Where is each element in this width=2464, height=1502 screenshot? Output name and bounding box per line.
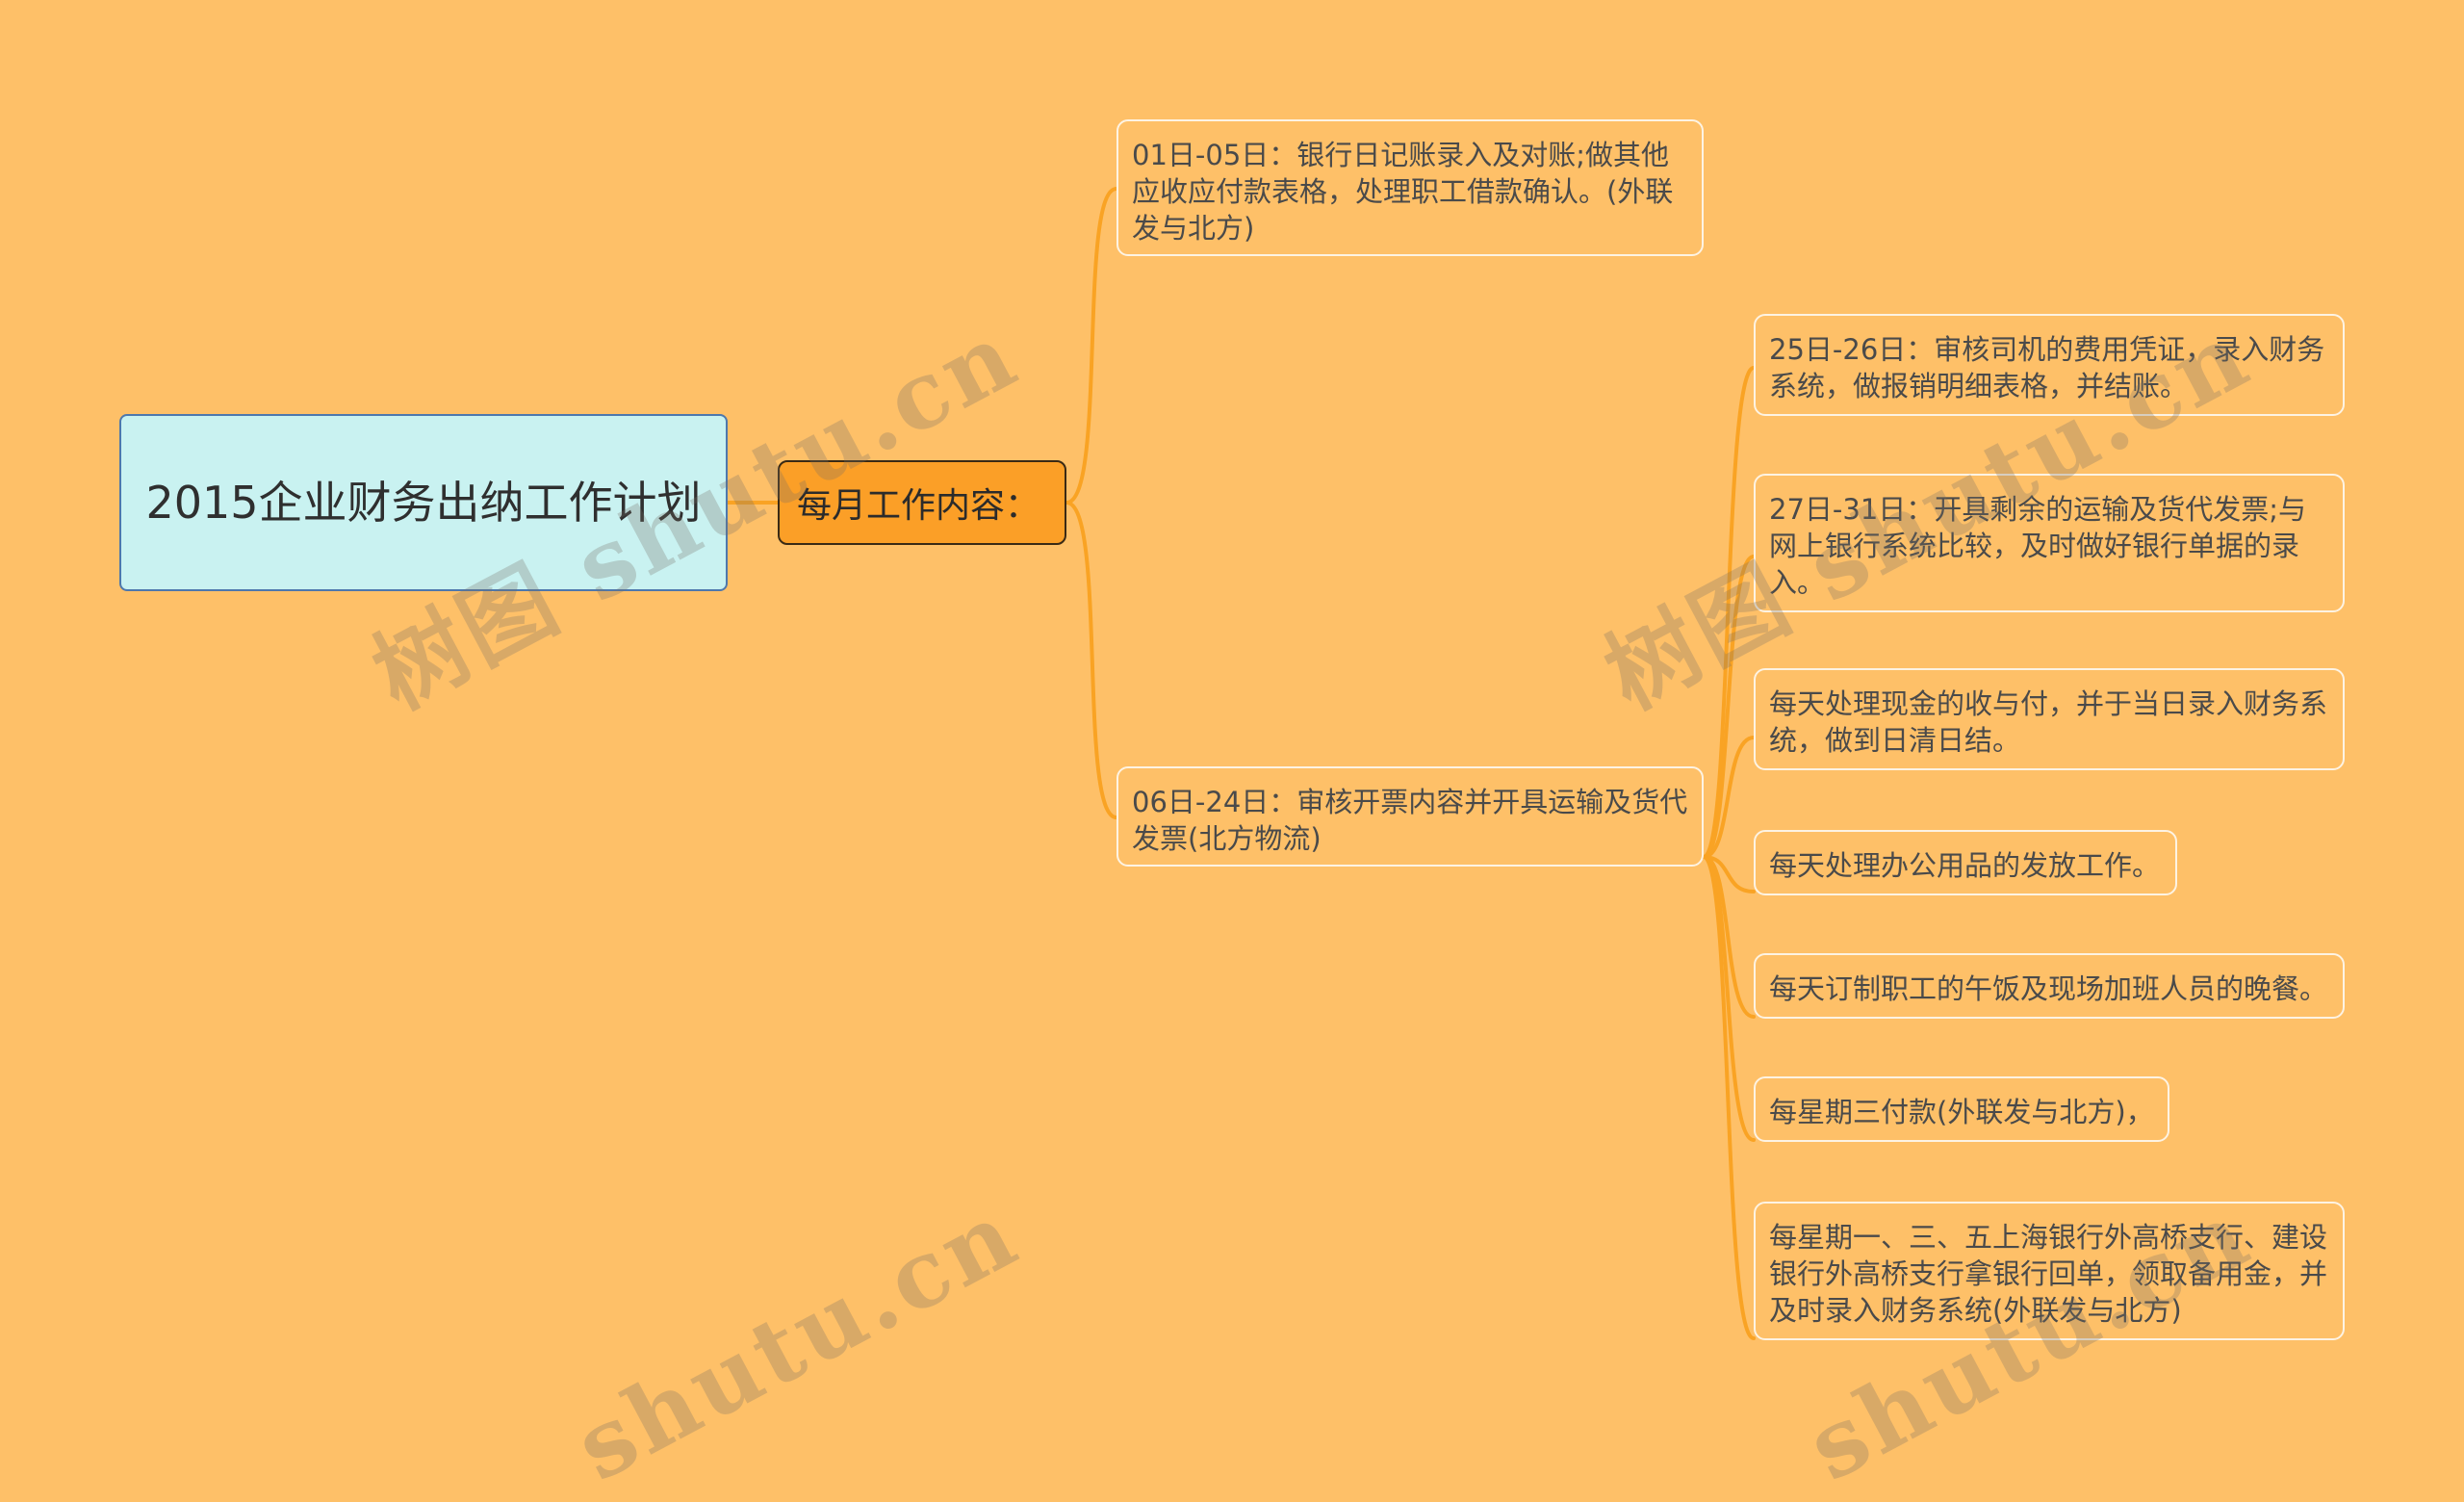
- subtopic-text: 每星期三付款(外联发与北方)，: [1769, 1096, 2154, 1128]
- mindmap-canvas: 2015企业财务出纳工作计划 每月工作内容： 01日-05日：银行日记账录入及对…: [0, 0, 2464, 1502]
- branch-topic-label: 每月工作内容：: [797, 486, 1040, 526]
- subtopic-l3-3[interactable]: 每天处理办公用品的发放工作。: [1754, 830, 2177, 895]
- subtopic-l3-0[interactable]: 25日-26日：审核司机的费用凭证，录入财务系统，做报销明细表格，并结账。: [1754, 314, 2345, 416]
- subtopic-l3-5[interactable]: 每星期三付款(外联发与北方)，: [1754, 1076, 2169, 1142]
- subtopic-text: 每天订制职工的午饭及现场加班人员的晚餐。: [1769, 972, 2328, 1005]
- subtopic-l3-2[interactable]: 每天处理现金的收与付，并于当日录入财务系统，做到日清日结。: [1754, 668, 2345, 770]
- connector-branch-l2-1: [1065, 501, 1118, 819]
- branch-topic-monthly[interactable]: 每月工作内容：: [778, 460, 1066, 545]
- subtopic-text: 每星期一、三、五上海银行外高桥支行、建设银行外高桥支行拿银行回单，领取备用金，并…: [1769, 1221, 2328, 1327]
- subtopic-text: 06日-24日：审核开票内容并开具运输及货代发票(北方物流): [1132, 786, 1688, 855]
- root-topic-title: 2015企业财务出纳工作计划: [145, 477, 702, 529]
- subtopic-l3-6[interactable]: 每星期一、三、五上海银行外高桥支行、建设银行外高桥支行拿银行回单，领取备用金，并…: [1754, 1202, 2345, 1340]
- subtopic-text: 25日-26日：审核司机的费用凭证，录入财务系统，做报销明细表格，并结账。: [1769, 333, 2325, 402]
- connector-branch-l2-0: [1065, 187, 1118, 505]
- subtopic-l3-1[interactable]: 27日-31日：开具剩余的运输及货代发票;与网上银行系统比较，及时做好银行单据的…: [1754, 474, 2345, 612]
- subtopic-text: 每天处理办公用品的发放工作。: [1769, 849, 2161, 882]
- subtopic-text: 每天处理现金的收与付，并于当日录入财务系统，做到日清日结。: [1769, 687, 2328, 757]
- subtopic-text: 27日-31日：开具剩余的运输及货代发票;与网上银行系统比较，及时做好银行单据的…: [1769, 493, 2307, 599]
- root-topic[interactable]: 2015企业财务出纳工作计划: [119, 414, 728, 591]
- subtopic-l3-4[interactable]: 每天订制职工的午饭及现场加班人员的晚餐。: [1754, 953, 2345, 1019]
- subtopic-l2-0[interactable]: 01日-05日：银行日记账录入及对账;做其他应收应付款表格，处理职工借款确认。(…: [1116, 119, 1704, 256]
- subtopic-text: 01日-05日：银行日记账录入及对账;做其他应收应付款表格，处理职工借款确认。(…: [1132, 139, 1674, 245]
- subtopic-l2-1[interactable]: 06日-24日：审核开票内容并开具运输及货代发票(北方物流): [1116, 766, 1704, 867]
